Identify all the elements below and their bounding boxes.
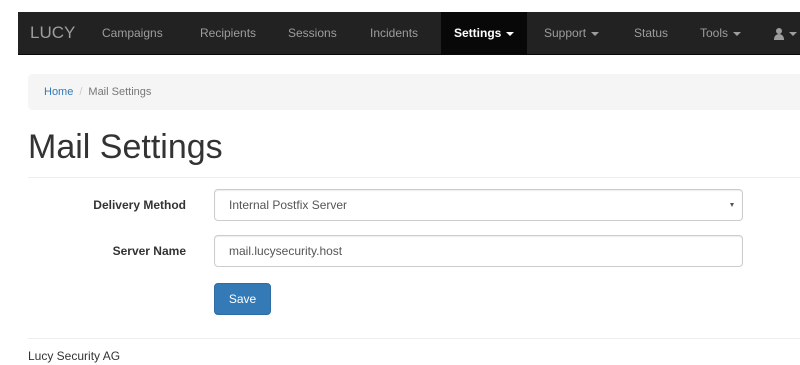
caret-down-icon: [506, 31, 515, 36]
nav-item-support-label: Support: [544, 26, 587, 40]
page-title: Mail Settings: [28, 128, 223, 166]
nav-item-tools-label: Tools: [700, 26, 729, 40]
nav-item-settings[interactable]: Settings: [441, 12, 528, 54]
breadcrumb-home-link[interactable]: Home: [44, 86, 73, 98]
title-divider: [28, 177, 800, 178]
nav-item-settings-label: Settings: [454, 26, 502, 40]
nav-item-status[interactable]: Status: [634, 12, 668, 54]
caret-down-icon: [733, 31, 742, 36]
nav-item-sessions[interactable]: Sessions: [288, 12, 337, 54]
server-name-value: mail.lucysecurity.host: [229, 244, 343, 258]
top-navbar: LUCY Campaigns Recipients Sessions Incid…: [18, 12, 800, 55]
nav-item-incidents[interactable]: Incidents: [370, 12, 418, 54]
nav-item-recipients[interactable]: Recipients: [200, 12, 256, 54]
server-name-input[interactable]: mail.lucysecurity.host: [214, 235, 743, 267]
caret-down-icon: [789, 31, 797, 36]
breadcrumb: Home / Mail Settings: [28, 74, 800, 110]
footer-text: Lucy Security AG: [28, 349, 121, 363]
nav-item-campaigns[interactable]: Campaigns: [102, 12, 163, 54]
nav-item-user[interactable]: [774, 12, 797, 54]
delivery-method-value: Internal Postfix Server: [229, 198, 348, 212]
brand-logo[interactable]: LUCY: [30, 12, 75, 54]
nav-item-tools[interactable]: Tools: [700, 12, 742, 54]
delivery-method-label: Delivery Method: [93, 198, 186, 212]
caret-down-icon: [591, 31, 600, 36]
footer-divider: [28, 338, 800, 339]
breadcrumb-current: Mail Settings: [88, 86, 152, 98]
delivery-method-select[interactable]: Internal Postfix Server: [214, 189, 743, 221]
breadcrumb-separator: /: [79, 86, 83, 98]
user-icon: [774, 27, 784, 40]
save-button[interactable]: Save: [214, 283, 271, 315]
nav-item-support[interactable]: Support: [544, 12, 600, 54]
chevron-down-icon: [730, 203, 734, 207]
server-name-label: Server Name: [112, 244, 186, 258]
